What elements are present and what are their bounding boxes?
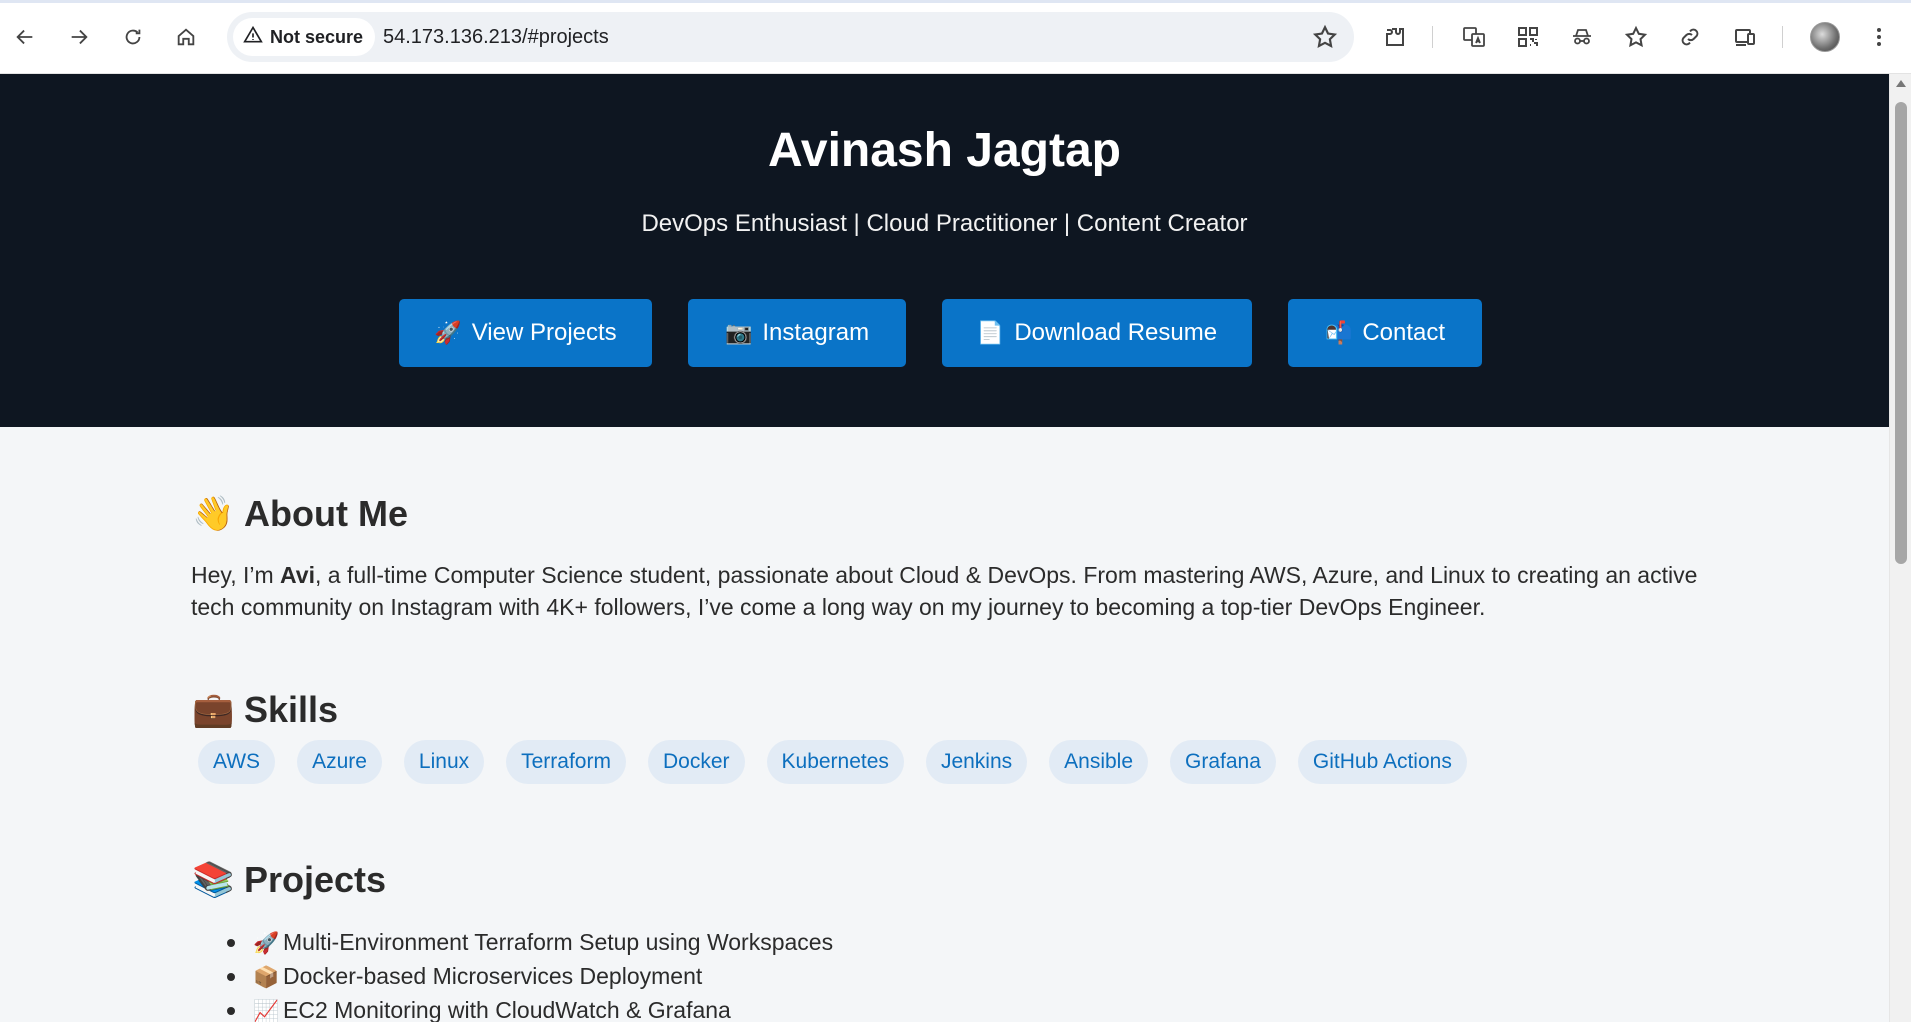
qr-code-icon[interactable]	[1511, 20, 1545, 54]
list-item: 📦 Docker-based Microservices Deployment	[226, 960, 833, 994]
download-resume-button[interactable]: 📄 Download Resume	[942, 299, 1252, 367]
package-icon: 📦	[253, 966, 280, 989]
view-projects-button[interactable]: 🚀 View Projects	[399, 299, 652, 367]
skill-tag: GitHub Actions	[1297, 740, 1467, 784]
button-label: Contact	[1362, 319, 1446, 346]
devices-icon[interactable]	[1728, 20, 1762, 54]
project-label: EC2 Monitoring with CloudWatch & Grafana	[283, 997, 731, 1022]
button-label: Download Resume	[1014, 319, 1218, 346]
list-item: 📈 EC2 Monitoring with CloudWatch & Grafan…	[226, 994, 833, 1022]
profile-avatar[interactable]	[1810, 22, 1840, 52]
about-text-name: Avi	[280, 562, 315, 588]
project-label: Multi-Environment Terraform Setup using …	[283, 929, 834, 955]
back-icon[interactable]	[6, 18, 44, 56]
skill-tag: Jenkins	[925, 740, 1028, 784]
link-icon[interactable]	[1673, 20, 1707, 54]
skill-tag: Azure	[297, 740, 382, 784]
hero-name: Avinash Jagtap	[768, 124, 1121, 177]
briefcase-icon: 💼	[192, 691, 235, 729]
skill-tag: Linux	[403, 740, 485, 784]
skill-tag: Kubernetes	[766, 740, 904, 784]
rocket-icon: 🚀	[434, 320, 462, 345]
projects-heading: 📚 Projects	[192, 859, 386, 901]
list-item: 🚀 Multi-Environment Terraform Setup using…	[226, 926, 834, 960]
button-label: Instagram	[762, 319, 870, 346]
more-menu-icon[interactable]	[1862, 20, 1896, 54]
mailbox-icon: 📬	[1324, 320, 1353, 345]
home-icon[interactable]	[167, 18, 205, 56]
reload-icon[interactable]	[114, 18, 152, 56]
hero-tagline: DevOps Enthusiast | Cloud Practitioner |…	[641, 210, 1248, 237]
url-text[interactable]: 54.173.136.213/#projects	[383, 12, 609, 62]
about-text-rest: , a full-time Computer Science student, …	[191, 562, 1698, 620]
forward-icon[interactable]	[60, 18, 98, 56]
toolbar-divider	[1432, 26, 1433, 48]
camera-icon: 📷	[724, 320, 753, 345]
skill-tag: AWS	[198, 740, 276, 784]
skill-tag: Grafana	[1170, 740, 1276, 784]
star-icon[interactable]	[1312, 24, 1338, 50]
contact-button[interactable]: 📬 Contact	[1288, 299, 1482, 367]
skill-tag: Ansible	[1049, 740, 1149, 784]
toolbar-divider	[1782, 26, 1783, 48]
skill-tag: Docker	[647, 740, 745, 784]
incognito-icon[interactable]	[1565, 20, 1599, 54]
project-label: Docker-based Microservices Deployment	[283, 963, 703, 989]
skills-title: Skills	[244, 689, 339, 730]
browser-toolbar: Not secure 54.173.136.213/#projects	[0, 0, 1911, 74]
page-viewport: Avinash Jagtap DevOps Enthusiast | Cloud…	[0, 74, 1889, 1022]
chart-increasing-icon: 📈	[253, 1000, 280, 1022]
scrollbar-thumb[interactable]	[1895, 102, 1907, 564]
projects-title: Projects	[244, 859, 387, 900]
about-paragraph: Hey, I’m Avi, a full-time Computer Scien…	[191, 559, 1711, 623]
page-scrollbar[interactable]	[1889, 74, 1911, 1022]
hero-header: Avinash Jagtap DevOps Enthusiast | Cloud…	[0, 74, 1889, 427]
favorites-icon[interactable]	[1619, 20, 1653, 54]
about-heading: 👋 About Me	[192, 493, 408, 535]
document-icon: 📄	[976, 320, 1005, 345]
rocket-icon: 🚀	[253, 932, 280, 955]
books-icon: 📚	[192, 861, 235, 899]
address-bar[interactable]: Not secure 54.173.136.213/#projects	[227, 12, 1354, 62]
tab-strip-edge	[0, 0, 1911, 3]
security-indicator[interactable]: Not secure	[233, 18, 376, 56]
skill-tag: Terraform	[506, 740, 626, 784]
projects-list: 🚀 Multi-Environment Terraform Setup using…	[226, 926, 834, 1022]
skills-list: AWS Azure Linux Terraform Docker Kuberne…	[198, 740, 1467, 784]
about-title: About Me	[244, 493, 408, 534]
about-text-start: Hey, I’m	[191, 562, 281, 588]
skills-heading: 💼 Skills	[192, 689, 338, 731]
warning-icon	[243, 25, 263, 50]
waving-hand-icon: 👋	[192, 495, 235, 533]
security-label: Not secure	[270, 26, 364, 47]
instagram-button[interactable]: 📷 Instagram	[688, 299, 906, 367]
scroll-up-arrow-icon[interactable]	[1896, 80, 1906, 87]
translate-icon[interactable]	[1457, 20, 1491, 54]
extensions-icon[interactable]	[1378, 20, 1412, 54]
button-label: View Projects	[471, 319, 617, 346]
